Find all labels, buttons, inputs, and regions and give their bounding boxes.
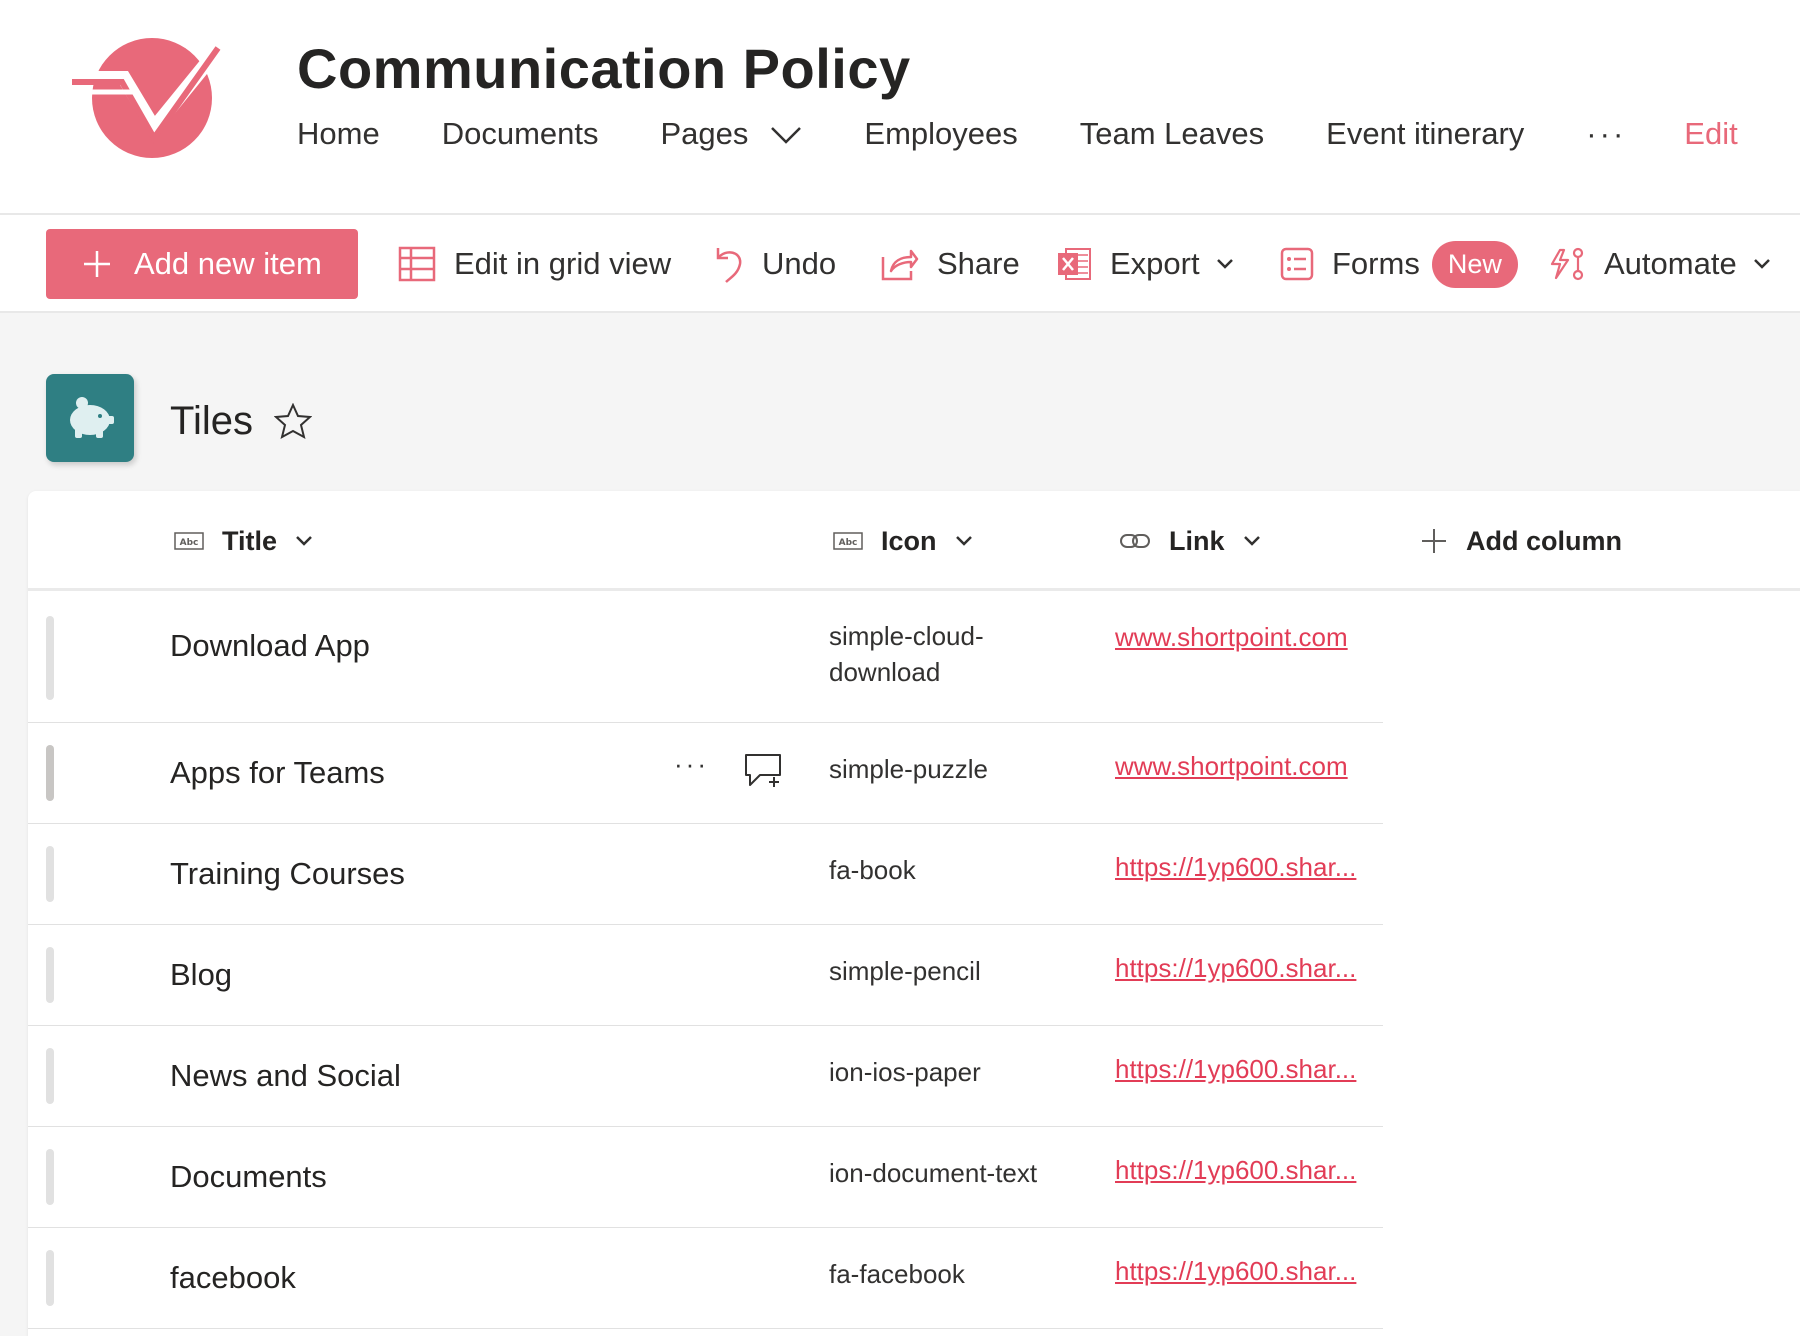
share-button[interactable]: Share xyxy=(881,229,1020,299)
row-title[interactable]: Documents xyxy=(170,1159,327,1195)
undo-button[interactable]: Undo xyxy=(712,229,836,299)
chevron-down-icon xyxy=(1243,535,1261,547)
nav-item-event-itinerary[interactable]: Event itinerary xyxy=(1326,116,1524,152)
chevron-down-icon xyxy=(1753,258,1771,270)
add-new-item-label: Add new item xyxy=(134,246,322,281)
table-row[interactable]: Documents ion-document-text https://1yp6… xyxy=(28,1127,1383,1228)
nav-item-documents[interactable]: Documents xyxy=(442,116,599,152)
row-icon-value: ion-ios-paper xyxy=(829,1057,981,1087)
table-row[interactable]: Blog simple-pencil https://1yp600.shar..… xyxy=(28,925,1383,1026)
nav-item-employees[interactable]: Employees xyxy=(864,116,1017,152)
column-header-title[interactable]: Abc Title xyxy=(174,491,313,591)
share-label: Share xyxy=(937,246,1020,281)
column-header-link-label: Link xyxy=(1169,525,1225,556)
undo-icon xyxy=(712,244,744,284)
row-select-handle[interactable] xyxy=(46,846,54,902)
row-link[interactable]: https://1yp600.shar... xyxy=(1115,1256,1360,1287)
grid-icon xyxy=(398,246,436,282)
share-icon xyxy=(881,247,919,281)
export-label: Export xyxy=(1110,246,1200,281)
star-icon[interactable] xyxy=(273,402,313,444)
row-title[interactable]: News and Social xyxy=(170,1058,401,1094)
nav-item-pages[interactable]: Pages xyxy=(661,116,803,152)
text-field-icon: Abc xyxy=(833,532,863,550)
text-field-icon: Abc xyxy=(174,532,204,550)
row-title[interactable]: Apps for Teams xyxy=(170,755,385,791)
site-title[interactable]: Communication Policy xyxy=(297,36,911,101)
list-view: Abc Title Abc Icon Link Add column Downl… xyxy=(28,491,1800,1336)
row-title[interactable]: Download App xyxy=(170,628,370,664)
column-header-row: Abc Title Abc Icon Link Add column xyxy=(28,491,1800,591)
row-title[interactable]: Training Courses xyxy=(170,856,405,892)
row-link[interactable]: https://1yp600.shar... xyxy=(1115,1054,1360,1085)
nav-more-button[interactable]: ··· xyxy=(1586,116,1626,152)
command-bar: Add new item Edit in grid view Undo Shar… xyxy=(0,215,1800,313)
site-header: Communication Policy Home Documents Page… xyxy=(0,0,1800,215)
table-row[interactable]: Apps for Teams ··· simple-puzzle www.sho… xyxy=(28,723,1383,824)
list-title: Tiles xyxy=(170,399,253,443)
excel-icon xyxy=(1056,245,1092,283)
row-title[interactable]: facebook xyxy=(170,1260,296,1296)
row-icon-value: ion-document-text xyxy=(829,1158,1038,1188)
chevron-down-icon xyxy=(1216,258,1234,270)
row-link[interactable]: https://1yp600.shar... xyxy=(1115,1155,1360,1186)
add-column-button[interactable]: Add column xyxy=(1420,491,1622,591)
edit-grid-view-button[interactable]: Edit in grid view xyxy=(398,229,671,299)
table-row[interactable]: Download App simple-cloud-download www.s… xyxy=(28,594,1383,723)
forms-icon xyxy=(1280,247,1314,281)
forms-label: Forms xyxy=(1332,246,1420,281)
nav-item-team-leaves[interactable]: Team Leaves xyxy=(1080,116,1264,152)
chevron-down-icon xyxy=(770,116,802,152)
row-icon-value: simple-cloud-download xyxy=(829,621,984,687)
row-link[interactable]: https://1yp600.shar... xyxy=(1115,852,1360,883)
site-logo[interactable] xyxy=(68,30,230,160)
row-select-handle[interactable] xyxy=(46,745,54,801)
list-content-area: Tiles Abc Title Abc Icon Link Add column… xyxy=(0,313,1800,1336)
column-header-icon-label: Icon xyxy=(881,525,937,556)
flow-icon xyxy=(1548,246,1586,282)
table-row[interactable]: facebook fa-facebook https://1yp600.shar… xyxy=(28,1228,1383,1329)
row-select-handle[interactable] xyxy=(46,947,54,1003)
edit-grid-view-label: Edit in grid view xyxy=(454,246,672,281)
svg-text:Abc: Abc xyxy=(839,538,858,548)
row-icon-value: simple-pencil xyxy=(829,956,981,986)
row-more-button[interactable]: ··· xyxy=(674,749,709,780)
add-column-label: Add column xyxy=(1466,525,1622,556)
row-title[interactable]: Blog xyxy=(170,957,232,993)
plus-icon xyxy=(82,249,112,279)
row-link[interactable]: https://1yp600.shar... xyxy=(1115,953,1360,984)
new-badge: New xyxy=(1431,240,1518,288)
undo-label: Undo xyxy=(762,246,837,281)
row-select-handle[interactable] xyxy=(46,616,54,700)
nav-item-pages-label: Pages xyxy=(660,116,749,151)
top-navigation: Home Documents Pages Employees Team Leav… xyxy=(297,112,1738,156)
nav-edit-link[interactable]: Edit xyxy=(1684,116,1737,152)
table-row[interactable]: Training Courses fa-book https://1yp600.… xyxy=(28,824,1383,925)
forms-button[interactable]: Forms New xyxy=(1280,229,1518,299)
row-icon-value: fa-book xyxy=(829,855,916,885)
nav-item-home[interactable]: Home xyxy=(297,116,380,152)
column-header-title-label: Title xyxy=(222,525,278,556)
row-select-handle[interactable] xyxy=(46,1149,54,1205)
automate-label: Automate xyxy=(1604,246,1737,281)
row-select-handle[interactable] xyxy=(46,1048,54,1104)
add-new-item-button[interactable]: Add new item xyxy=(46,229,358,299)
plus-icon xyxy=(1420,527,1448,555)
row-icon-value: fa-facebook xyxy=(829,1259,965,1289)
piggy-bank-icon xyxy=(46,374,134,462)
row-icon-value: simple-puzzle xyxy=(829,754,988,784)
column-header-icon[interactable]: Abc Icon xyxy=(833,491,973,591)
svg-text:Abc: Abc xyxy=(180,538,199,548)
chevron-down-icon xyxy=(295,535,313,547)
row-select-handle[interactable] xyxy=(46,1250,54,1306)
link-icon xyxy=(1119,532,1151,550)
row-link[interactable]: www.shortpoint.com xyxy=(1115,751,1360,782)
row-link[interactable]: www.shortpoint.com xyxy=(1115,622,1360,653)
table-row[interactable]: News and Social ion-ios-paper https://1y… xyxy=(28,1026,1383,1127)
column-header-link[interactable]: Link xyxy=(1119,491,1261,591)
chevron-down-icon xyxy=(955,535,973,547)
add-comment-icon[interactable] xyxy=(744,753,784,794)
automate-button[interactable]: Automate xyxy=(1548,229,1771,299)
export-button[interactable]: Export xyxy=(1056,229,1234,299)
